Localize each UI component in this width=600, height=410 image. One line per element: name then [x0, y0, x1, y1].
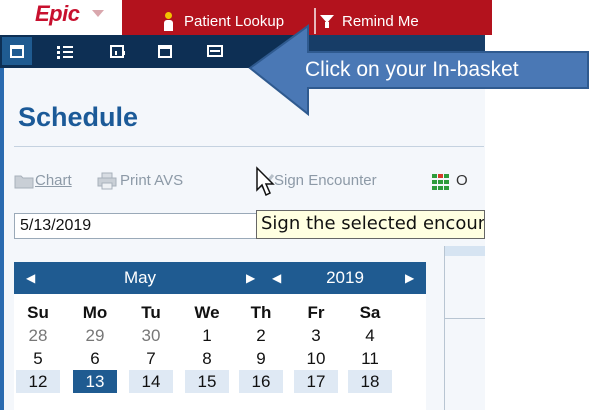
next-year-icon[interactable]: ▶ [405, 262, 414, 294]
calendar-day[interactable]: 7 [129, 347, 173, 370]
epic-logo: Epic [35, 1, 80, 26]
calendar-weekday: Tu [141, 302, 161, 322]
calendar-day[interactable]: 28 [16, 324, 60, 347]
calendar-day[interactable]: 17 [294, 370, 338, 393]
report-icon [110, 44, 125, 58]
calendar-day[interactable]: 14 [129, 370, 173, 393]
chart-button-label: Chart [35, 172, 72, 189]
reports-button[interactable] [102, 37, 132, 65]
print-avs-label: Print AVS [120, 172, 184, 189]
calendar-day[interactable]: 15 [185, 370, 229, 393]
calendar-day[interactable]: 18 [348, 370, 392, 393]
calendar-day[interactable]: 2 [239, 324, 283, 347]
calendar-day[interactable]: 10 [294, 347, 338, 370]
order-button-label[interactable]: O [456, 172, 468, 189]
window-icon [158, 44, 172, 58]
epic-menu-caret-icon [92, 10, 104, 17]
printer-icon [97, 172, 117, 190]
calendar-year: 2019 [326, 268, 364, 287]
calendar-day[interactable]: 6 [73, 347, 117, 370]
patient-list-icon [57, 44, 73, 59]
person-icon [160, 11, 178, 31]
calendar-weekday: Mo [82, 302, 108, 322]
window-button[interactable] [150, 37, 180, 65]
schedule-grid-border [444, 246, 445, 410]
calendar-day[interactable]: 3 [294, 324, 338, 347]
chart-button[interactable]: Chart [35, 172, 72, 189]
calendar-day[interactable]: 5 [16, 347, 60, 370]
title-divider [14, 146, 484, 147]
print-avs-button[interactable]: Print AVS [120, 172, 183, 189]
calendar-icon [10, 44, 24, 58]
order-grid-icon [432, 174, 450, 190]
mouse-cursor-icon [256, 166, 275, 197]
previous-year-icon[interactable]: ◀ [272, 262, 281, 294]
previous-month-icon[interactable]: ◀ [26, 262, 35, 294]
calendar-weekday: Sa [359, 302, 381, 322]
schedule-grid-line [444, 318, 485, 319]
calendar-weekday: Su [27, 302, 49, 322]
calendar-month: May [123, 268, 157, 287]
folder-icon [14, 175, 34, 189]
in-basket-button[interactable] [200, 37, 230, 65]
sign-encounter-label: Sign Encounter [274, 172, 377, 189]
next-month-icon[interactable]: ▶ [246, 262, 255, 294]
callout-text: Click on your In-basket [305, 58, 519, 81]
sign-encounter-tooltip: Sign the selected encounter [256, 210, 485, 239]
calendar-weekday: Fr [307, 302, 325, 322]
calendar-weekday: We [194, 302, 220, 322]
calendar-day[interactable]: 16 [239, 370, 283, 393]
calendar-weekday: Th [250, 302, 272, 322]
calendar-day[interactable]: 29 [73, 324, 117, 347]
calendar-day[interactable]: 1 [185, 324, 229, 347]
schedule-header-strip [444, 246, 485, 256]
schedule-button[interactable] [2, 37, 32, 65]
in-basket-icon [207, 45, 223, 57]
page-title: Schedule [18, 102, 139, 132]
calendar-day[interactable]: 13 [73, 370, 117, 393]
patient-list-button[interactable] [50, 37, 80, 65]
calendar-day[interactable]: 9 [239, 347, 283, 370]
calendar-day[interactable]: 30 [129, 324, 173, 347]
calendar-day[interactable]: 12 [16, 370, 60, 393]
calendar-day[interactable]: 8 [185, 347, 229, 370]
sign-encounter-button[interactable]: Sign Encounter [274, 172, 377, 189]
calendar-day[interactable]: 4 [348, 324, 392, 347]
calendar-day[interactable]: 11 [348, 347, 392, 370]
